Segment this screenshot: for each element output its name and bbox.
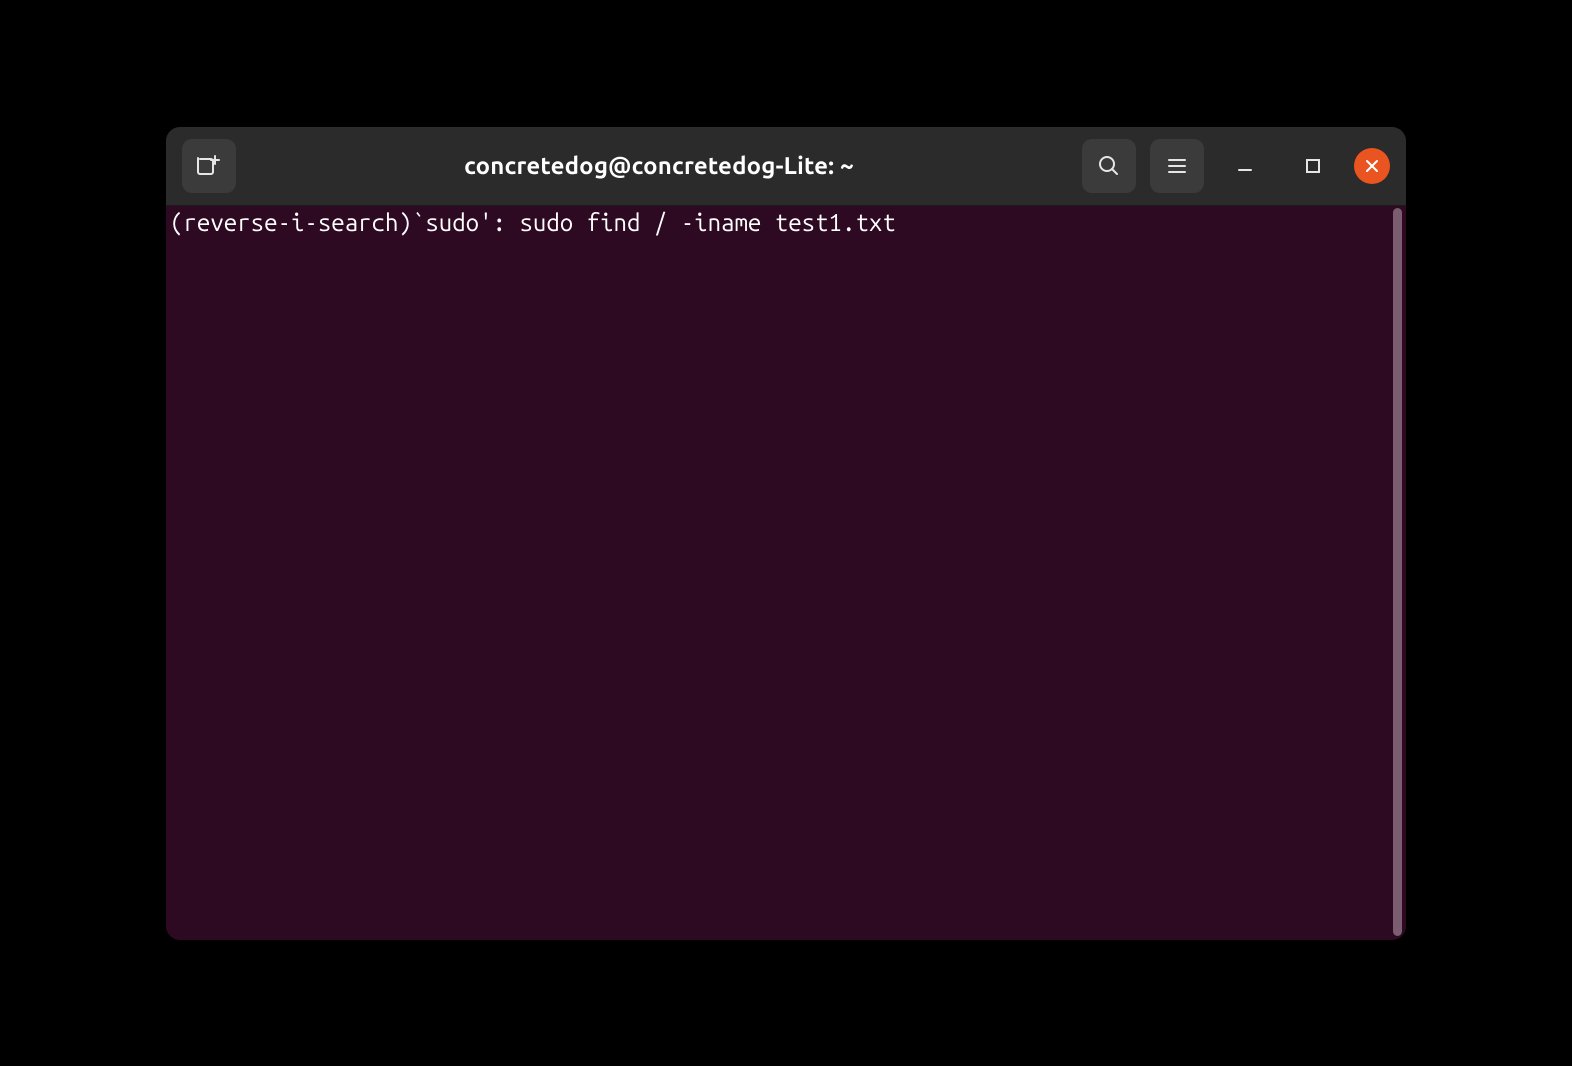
- hamburger-menu-icon: [1165, 154, 1189, 178]
- close-button[interactable]: [1354, 148, 1390, 184]
- scrollbar[interactable]: [1393, 208, 1402, 936]
- terminal-line: (reverse-i-search)`sudo': sudo find / -i…: [170, 209, 896, 236]
- terminal-output[interactable]: (reverse-i-search)`sudo': sudo find / -i…: [166, 206, 1393, 940]
- maximize-icon: [1304, 157, 1322, 175]
- close-icon: [1364, 158, 1380, 174]
- search-icon: [1096, 153, 1122, 179]
- terminal-body[interactable]: (reverse-i-search)`sudo': sudo find / -i…: [166, 206, 1406, 940]
- maximize-button[interactable]: [1286, 139, 1340, 193]
- scroll-thumb[interactable]: [1393, 208, 1402, 936]
- terminal-window: concretedog@concretedog-Lite: ~: [166, 127, 1406, 940]
- search-button[interactable]: [1082, 139, 1136, 193]
- titlebar: concretedog@concretedog-Lite: ~: [166, 127, 1406, 206]
- minimize-button[interactable]: [1218, 139, 1272, 193]
- new-tab-icon: [195, 152, 223, 180]
- window-title: concretedog@concretedog-Lite: ~: [250, 152, 1068, 179]
- new-tab-button[interactable]: [182, 139, 236, 193]
- menu-button[interactable]: [1150, 139, 1204, 193]
- minimize-icon: [1235, 156, 1255, 176]
